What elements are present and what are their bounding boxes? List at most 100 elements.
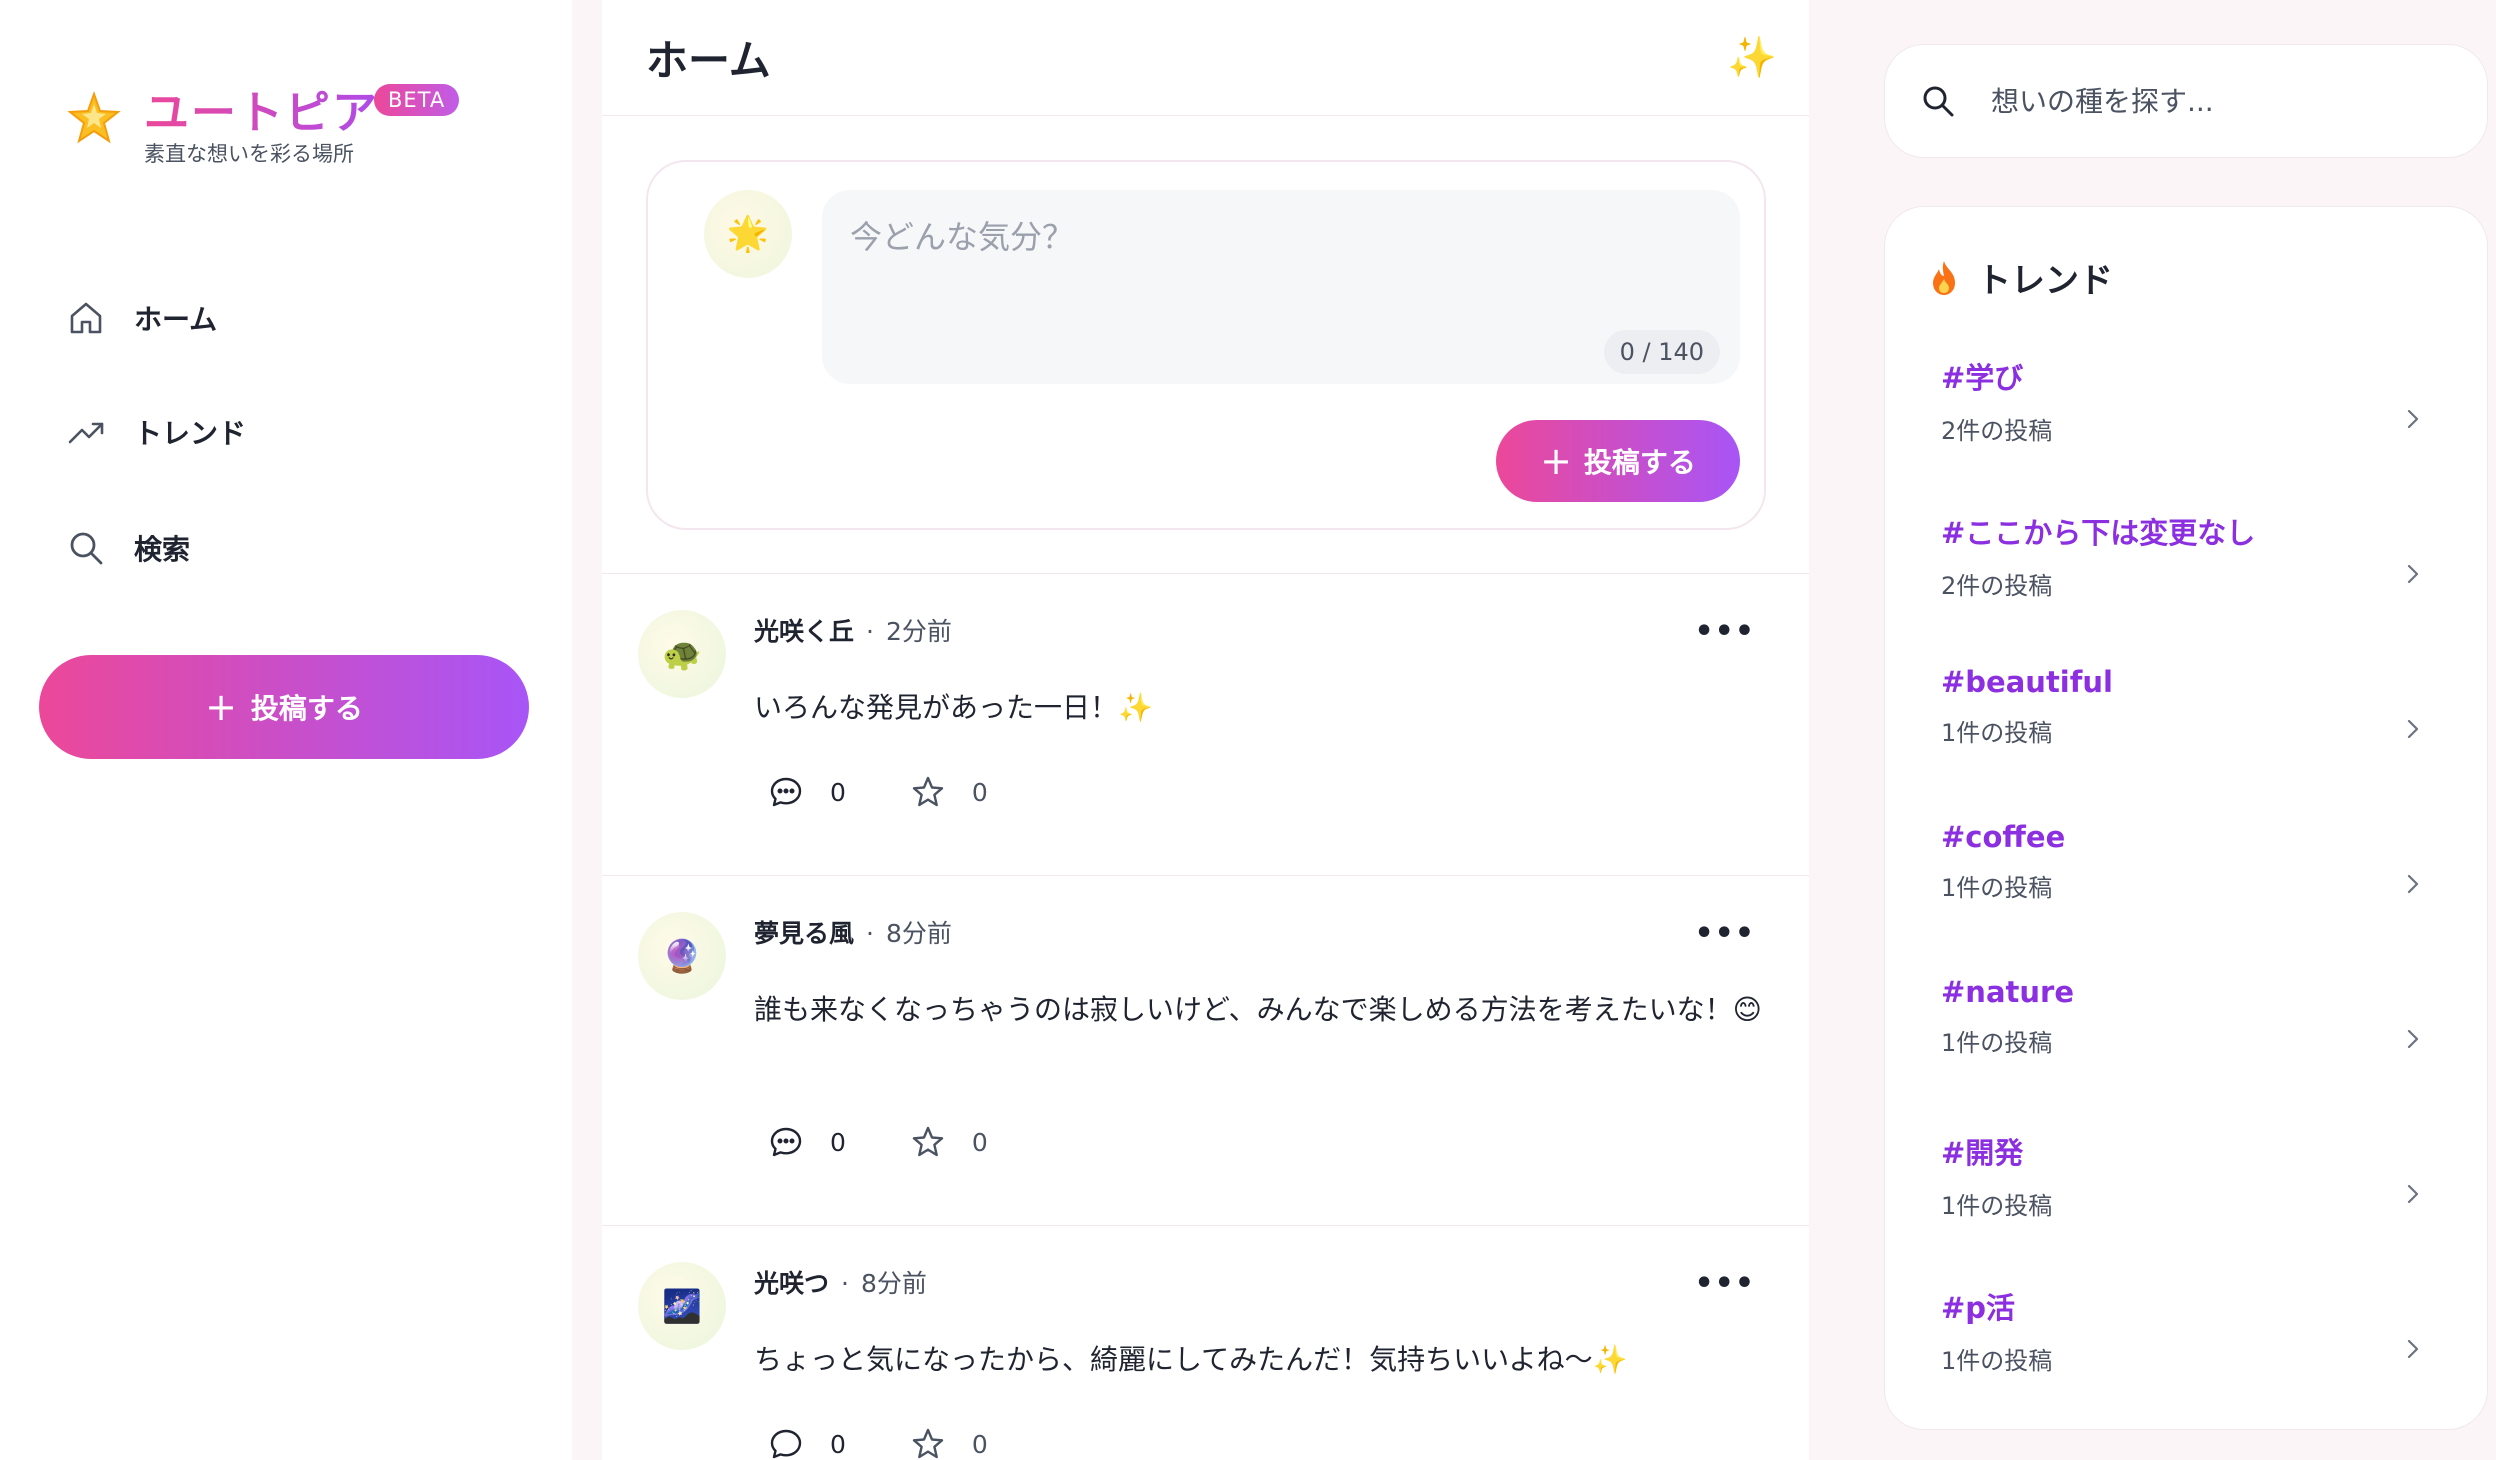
post-time: 8分前 <box>885 919 952 948</box>
plus-icon: + <box>205 685 237 729</box>
meta-separator: · <box>841 1269 849 1298</box>
trend-item[interactable]: #coffee 1件の投稿 <box>1885 820 2489 950</box>
trend-tag: #学び <box>1941 361 2024 395</box>
search-icon <box>1923 86 1954 117</box>
post-actions: 0 0 <box>768 1426 1052 1460</box>
post-meta: 光咲つ · 8分前 <box>754 1264 927 1300</box>
favorite-button[interactable]: 0 <box>910 1426 988 1460</box>
nav-item-search[interactable]: 検索 <box>66 518 486 578</box>
comment-count: 0 <box>830 1429 846 1459</box>
post-actions: 0 0 <box>768 774 1052 810</box>
trend-item[interactable]: #p活 1件の投稿 <box>1885 1285 2489 1415</box>
comment-button[interactable]: 0 <box>768 1426 846 1460</box>
feed-header: ホーム ✨ <box>602 0 1809 116</box>
search-icon <box>70 532 103 565</box>
trend-tag: #ここから下は変更なし <box>1941 516 2256 550</box>
sidebar: ユートピア BETA 素直な想いを彩る場所 ホーム トレンド 検索 + 投稿する <box>0 0 572 1460</box>
nav-label-search: 検索 <box>134 533 191 566</box>
trending-icon <box>68 422 104 444</box>
chevron-right-icon <box>2407 719 2419 739</box>
more-icon[interactable]: ••• <box>1694 916 1755 951</box>
trend-tag: #beautiful <box>1941 665 2113 699</box>
composer-avatar: 🌟 <box>704 190 792 278</box>
comment-icon <box>770 1429 802 1459</box>
trend-tag: #p活 <box>1941 1291 2016 1325</box>
trend-tag: #nature <box>1941 975 2074 1009</box>
chevron-right-icon <box>2407 564 2419 584</box>
trend-item[interactable]: #nature 1件の投稿 <box>1885 975 2489 1105</box>
trend-item[interactable]: #beautiful 1件の投稿 <box>1885 665 2489 795</box>
char-count: 0 / 140 <box>1603 330 1720 374</box>
avatar[interactable]: 🌌 <box>638 1262 726 1350</box>
composer-box[interactable]: 0 / 140 <box>822 190 1740 384</box>
composer-submit-label: 投稿する <box>1583 446 1696 479</box>
sidebar-post-button[interactable]: + 投稿する <box>39 655 529 759</box>
favorite-count: 0 <box>971 777 988 807</box>
beta-badge: BETA <box>374 84 460 116</box>
nav-item-home[interactable]: ホーム <box>66 288 486 348</box>
chevron-right-icon <box>2407 1339 2419 1359</box>
favorite-count: 0 <box>971 1127 988 1157</box>
brand-tagline: 素直な想いを彩る場所 <box>144 142 354 166</box>
trends-title: トレンド <box>1927 253 2113 302</box>
favorite-button[interactable]: 0 <box>910 1124 988 1160</box>
post[interactable]: 🔮 夢見る風 · 8分前 ••• 誰も来なくなっちゃうのは寂しいけど、みんなで楽しめ… <box>602 876 1809 1226</box>
chevron-right-icon <box>2407 874 2419 894</box>
star-outline-icon <box>912 1428 944 1459</box>
post-text: いろんな発見があった一日！✨ <box>754 691 1153 724</box>
avatar[interactable]: 🔮 <box>638 912 726 1000</box>
composer: 🌟 0 / 140 + 投稿する <box>646 160 1766 530</box>
search-input[interactable] <box>1991 84 2411 118</box>
star-icon <box>67 90 121 144</box>
post-meta: 夢見る風 · 8分前 <box>754 914 952 950</box>
sidebar-post-label: 投稿する <box>250 692 363 725</box>
comment-icon <box>770 777 802 807</box>
trend-tag: #開発 <box>1941 1136 2024 1170</box>
comment-icon <box>770 1127 802 1157</box>
post-text: ちょっと気になったから、綺麗にしてみたんだ！気持ちいいよね〜✨ <box>754 1343 1628 1376</box>
post-author[interactable]: 光咲つ <box>754 1269 829 1298</box>
comment-button[interactable]: 0 <box>768 1124 846 1160</box>
composer-submit-button[interactable]: + 投稿する <box>1496 420 1740 502</box>
chevron-right-icon <box>2407 1184 2419 1204</box>
nav-item-trend[interactable]: トレンド <box>66 402 486 462</box>
meta-separator: · <box>866 617 874 646</box>
favorite-button[interactable]: 0 <box>910 774 988 810</box>
plus-icon: + <box>1540 439 1572 483</box>
comment-count: 0 <box>830 777 846 807</box>
post[interactable]: 🐢 光咲く丘 · 2分前 ••• いろんな発見があった一日！✨ 0 0 <box>602 574 1809 876</box>
post-author[interactable]: 光咲く丘 <box>754 617 854 646</box>
chevron-right-icon <box>2407 1029 2419 1049</box>
trend-item[interactable]: #学び 2件の投稿 <box>1885 355 2489 485</box>
post[interactable]: 🌌 光咲つ · 8分前 ••• ちょっと気になったから、綺麗にしてみたんだ！気持ちい… <box>602 1226 1809 1460</box>
post-meta: 光咲く丘 · 2分前 <box>754 612 952 648</box>
post-author[interactable]: 夢見る風 <box>754 919 854 948</box>
trend-item[interactable]: #開発 1件の投稿 <box>1885 1130 2489 1260</box>
composer-section: 🌟 0 / 140 + 投稿する <box>602 116 1809 574</box>
sparkles-icon[interactable]: ✨ <box>1727 34 1777 81</box>
search-bar[interactable] <box>1884 44 2488 158</box>
page-title: ホーム <box>646 36 771 85</box>
star-outline-icon <box>912 776 944 807</box>
composer-input[interactable] <box>850 218 1650 256</box>
post-time: 8分前 <box>860 1269 927 1298</box>
comment-button[interactable]: 0 <box>768 774 846 810</box>
trend-item[interactable]: #ここから下は変更なし 2件の投稿 <box>1885 510 2489 640</box>
meta-separator: · <box>866 919 874 948</box>
fire-icon <box>1933 260 1955 295</box>
favorite-count: 0 <box>971 1429 988 1459</box>
trends-title-label: トレンド <box>1977 261 2113 301</box>
post-text: 誰も来なくなっちゃうのは寂しいけど、みんなで楽しめる方法を考えたいな！😊 <box>754 993 1762 1026</box>
comment-count: 0 <box>830 1127 846 1157</box>
more-icon[interactable]: ••• <box>1694 1266 1755 1301</box>
trend-tag: #coffee <box>1941 820 2066 854</box>
feed: ホーム ✨ 🌟 0 / 140 + 投稿する 🐢 光咲く丘 · 2分前 ••• いろ… <box>602 0 1809 1460</box>
nav-label-trend: トレンド <box>134 417 247 450</box>
trends-panel: トレンド #学び 2件の投稿 #ここから下は変更なし 2件の投稿 #beauti… <box>1884 206 2488 1430</box>
brand-name: ユートピア <box>144 76 379 141</box>
chevron-right-icon <box>2407 409 2419 429</box>
home-icon <box>70 302 102 334</box>
avatar[interactable]: 🐢 <box>638 610 726 698</box>
post-actions: 0 0 <box>768 1124 1052 1160</box>
more-icon[interactable]: ••• <box>1694 614 1755 649</box>
